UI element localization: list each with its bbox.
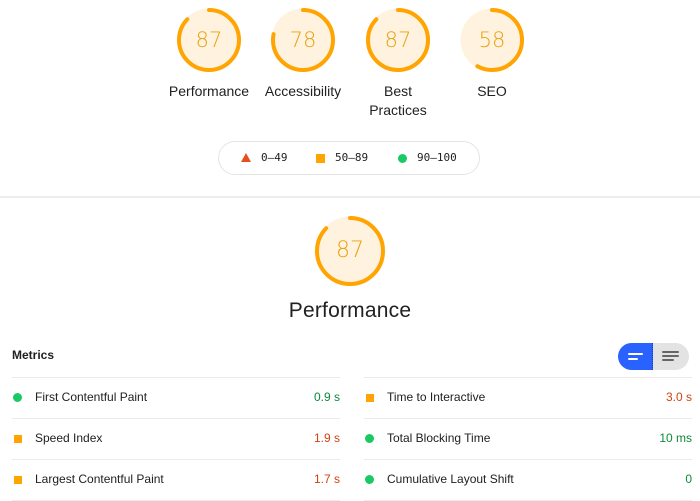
main-gauge-score: 87 xyxy=(336,238,364,263)
metric-row: Cumulative Layout Shift 0 xyxy=(364,459,692,501)
metric-row: First Contentful Paint 0.9 s xyxy=(12,377,340,418)
gauge-label: Accessibility xyxy=(264,83,342,99)
compact-view-button[interactable] xyxy=(618,343,653,370)
gauge-score: 87 xyxy=(384,28,412,52)
score-legend: 0–49 50–89 90–100 xyxy=(218,141,480,175)
gauge-label: SEO xyxy=(477,83,507,99)
circle-icon xyxy=(398,153,407,163)
gauge-score: 58 xyxy=(478,28,506,52)
metric-name: First Contentful Paint xyxy=(35,390,148,404)
legend-item-pass: 90–100 xyxy=(398,142,457,174)
pass-circle-icon xyxy=(365,434,374,443)
metrics-heading: Metrics xyxy=(12,348,55,362)
main-gauge-ring: 87 xyxy=(314,215,386,287)
metric-row: Speed Index 1.9 s xyxy=(12,418,340,459)
square-icon xyxy=(316,153,325,163)
legend-item-fail: 0–49 xyxy=(241,142,288,174)
metric-name: Cumulative Layout Shift xyxy=(387,472,514,486)
metric-value: 10 ms xyxy=(659,431,692,445)
metric-name: Largest Contentful Paint xyxy=(35,472,164,486)
pass-circle-icon xyxy=(365,475,374,484)
gauge-ring: 78 xyxy=(270,7,336,73)
average-square-icon xyxy=(14,476,22,484)
gauge-ring: 58 xyxy=(459,7,525,73)
metric-value: 1.7 s xyxy=(313,472,340,486)
metric-value: 3.0 s xyxy=(665,390,692,404)
metric-name: Speed Index xyxy=(35,431,103,445)
gauge-best-practices[interactable]: 87 Best Practices xyxy=(348,7,448,120)
gauge-label: Best Practices xyxy=(369,83,427,118)
average-square-icon xyxy=(14,435,22,443)
metric-value: 0.9 s xyxy=(313,390,340,404)
pass-circle-icon xyxy=(13,393,22,402)
gauge-score: 87 xyxy=(195,28,223,52)
legend-item-average: 50–89 xyxy=(316,142,368,174)
performance-title: Performance xyxy=(288,299,412,322)
gauge-ring: 87 xyxy=(176,7,242,73)
metric-row: Time to Interactive 3.0 s xyxy=(364,377,692,418)
performance-summary: 87 Performance xyxy=(0,215,700,323)
triangle-icon xyxy=(241,152,251,162)
category-gauges: 87 Performance 78 Accessibility 87 Best … xyxy=(0,7,700,137)
metrics-column-right: Time to Interactive 3.0 s Total Blocking… xyxy=(364,377,692,501)
gauge-performance[interactable]: 87 Performance xyxy=(159,7,259,101)
metric-row: Total Blocking Time 10 ms xyxy=(364,418,692,459)
legend-range: 50–89 xyxy=(335,151,369,164)
metrics-view-toggle[interactable] xyxy=(618,343,689,370)
average-square-icon xyxy=(366,394,374,402)
metric-name: Time to Interactive xyxy=(387,390,486,404)
metric-value: 1.9 s xyxy=(313,431,340,445)
metric-value: 0 xyxy=(685,472,692,486)
metric-name: Total Blocking Time xyxy=(387,431,491,445)
expanded-view-button[interactable] xyxy=(653,343,689,370)
gauge-label: Performance xyxy=(168,83,250,99)
metric-row: Largest Contentful Paint 1.7 s xyxy=(12,459,340,501)
legend-range: 0–49 xyxy=(261,151,288,164)
gauge-accessibility[interactable]: 78 Accessibility xyxy=(253,7,353,101)
gauge-seo[interactable]: 58 SEO xyxy=(442,7,542,101)
gauge-ring: 87 xyxy=(365,7,431,73)
gauge-score: 78 xyxy=(289,28,317,52)
section-divider xyxy=(0,196,700,198)
metrics-column-left: First Contentful Paint 0.9 s Speed Index… xyxy=(12,377,340,501)
legend-range: 90–100 xyxy=(417,151,457,164)
